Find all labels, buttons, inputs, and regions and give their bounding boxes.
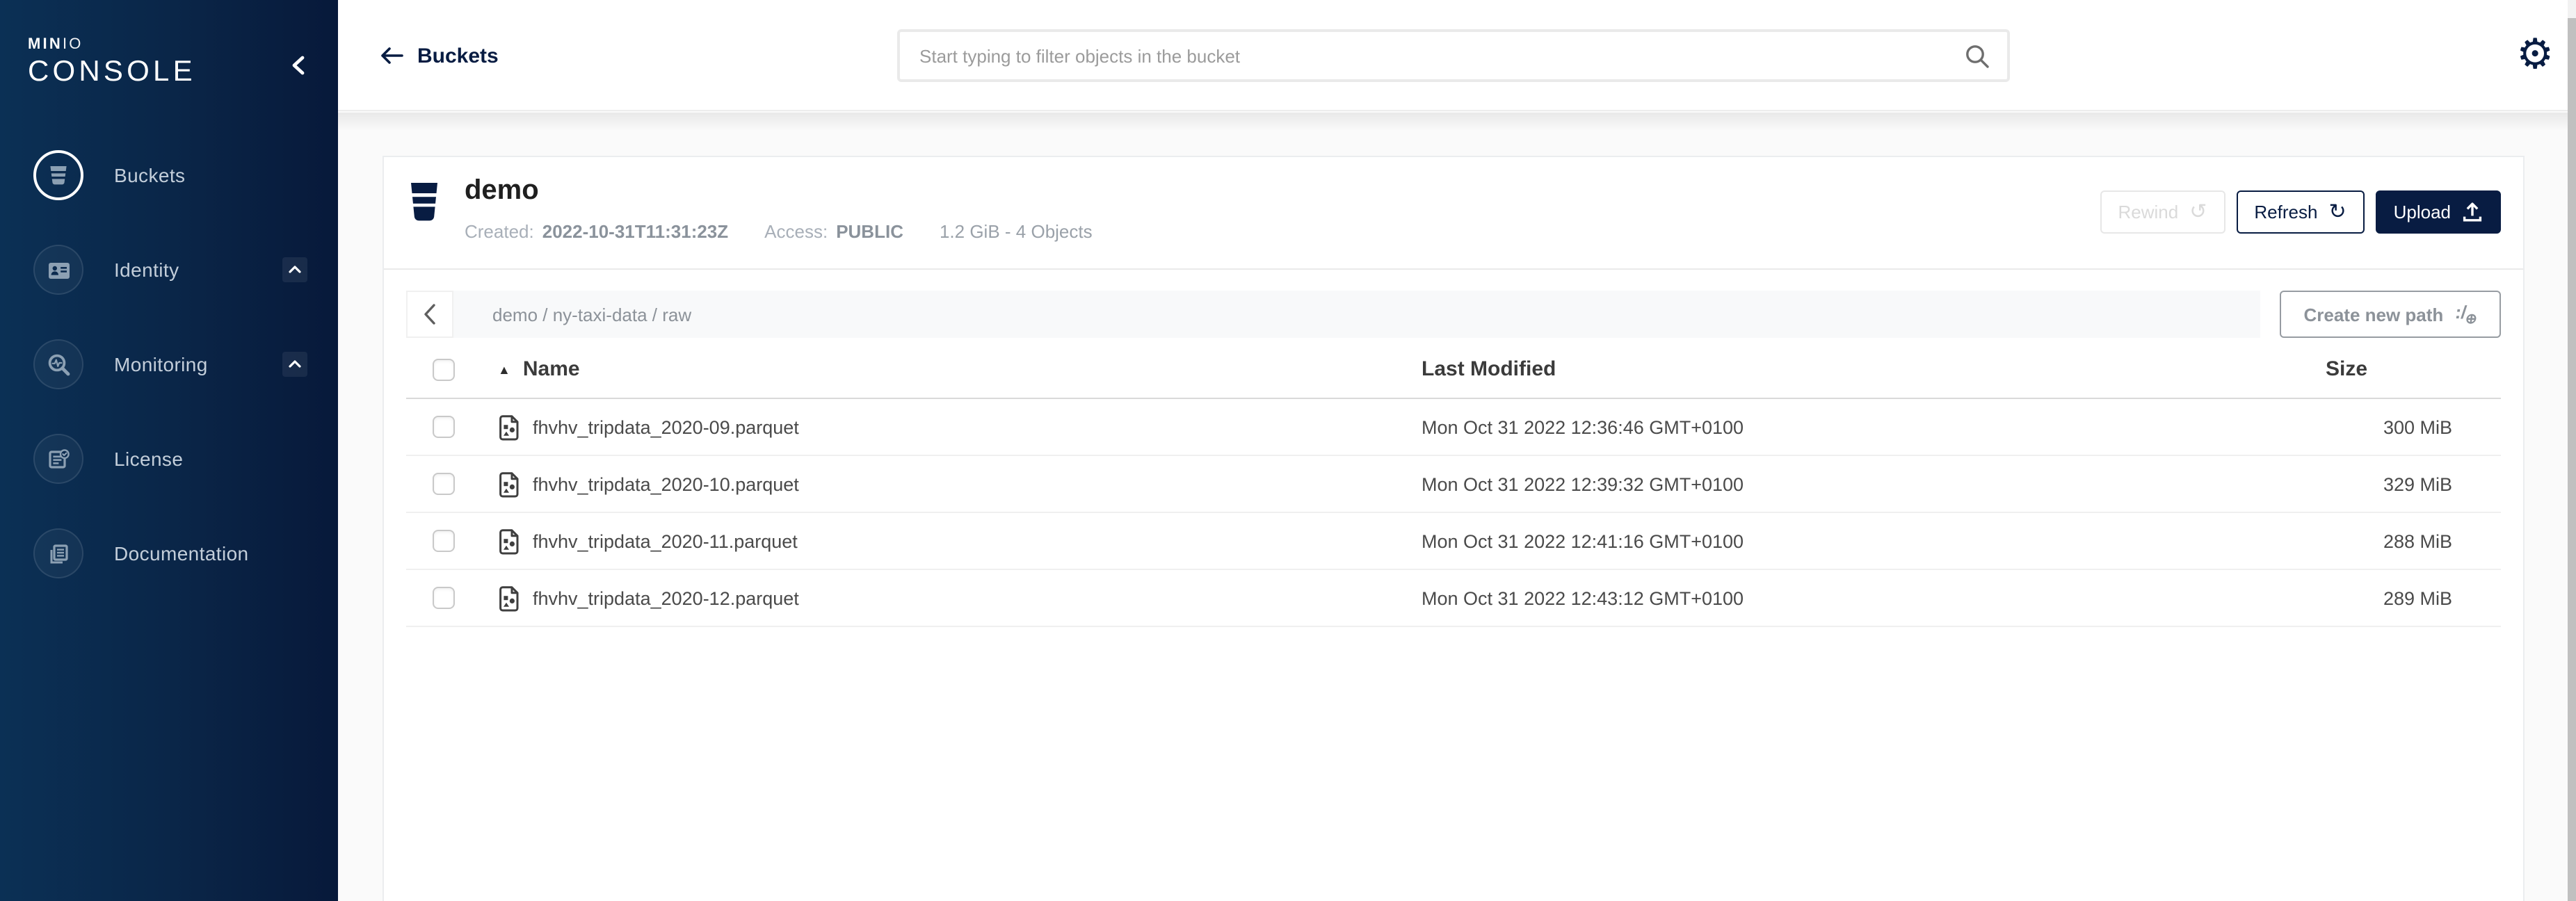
bucket-icon <box>33 150 83 200</box>
object-name: fhvhv_tripdata_2020-10.parquet <box>533 473 799 494</box>
table-row[interactable]: fhvhv_tripdata_2020-11.parquet Mon Oct 3… <box>406 513 2501 570</box>
row-checkbox[interactable] <box>433 416 455 438</box>
bucket-browser-card: demo Created: 2022-10-31T11:31:23Z Acces… <box>383 156 2525 901</box>
create-new-path-button[interactable]: Create new path :/⊕ <box>2280 291 2501 338</box>
search-icon <box>1964 42 1990 69</box>
row-checkbox[interactable] <box>433 587 455 609</box>
row-checkbox[interactable] <box>433 530 455 552</box>
sidebar-item-buckets[interactable]: Buckets <box>0 147 338 203</box>
create-path-icon: :/⊕ <box>2453 301 2479 327</box>
gear-icon[interactable]: ⚙ <box>2516 0 2554 111</box>
sidebar-item-identity[interactable]: Identity <box>0 242 338 298</box>
bucket-usage-summary: 1.2 GiB - 4 Objects <box>940 221 1093 242</box>
sidebar-menu: Buckets Identity <box>0 147 338 620</box>
object-size: 300 MiB <box>2159 416 2501 437</box>
object-size: 288 MiB <box>2159 530 2501 551</box>
sidebar-item-label: Buckets <box>114 164 185 186</box>
chevron-up-icon[interactable] <box>282 352 307 377</box>
back-to-buckets[interactable]: Buckets <box>380 0 499 111</box>
monitoring-magnifier-icon <box>33 339 83 389</box>
sort-ascending-icon: ▲ <box>498 362 510 376</box>
object-last-modified: Mon Oct 31 2022 12:36:46 GMT+0100 <box>1422 416 2159 437</box>
section-divider <box>384 268 2523 270</box>
column-header-size: Size <box>2159 357 2501 381</box>
created-label: Created: <box>465 221 534 242</box>
path-back-button[interactable] <box>406 291 453 338</box>
table-header-row: ▲ Name Last Modified Size <box>406 341 2501 399</box>
object-size: 289 MiB <box>2159 587 2501 608</box>
sidebar-item-label: License <box>114 448 183 470</box>
logo-minio-text: MINIO <box>28 36 196 53</box>
identity-card-icon <box>33 245 83 295</box>
license-document-icon <box>33 434 83 484</box>
object-last-modified: Mon Oct 31 2022 12:41:16 GMT+0100 <box>1422 530 2159 551</box>
sidebar-item-label: Monitoring <box>114 353 208 375</box>
header-shadow <box>338 113 2576 131</box>
row-checkbox[interactable] <box>433 473 455 495</box>
object-name: fhvhv_tripdata_2020-09.parquet <box>533 416 799 437</box>
refresh-button[interactable]: Refresh ↻ <box>2236 190 2364 234</box>
object-file-icon <box>498 528 522 554</box>
sidebar-item-license[interactable]: License <box>0 431 338 487</box>
sidebar-item-label: Documentation <box>114 542 249 565</box>
breadcrumb-path: demo / ny-taxi-data / raw <box>492 304 691 325</box>
table-row[interactable]: fhvhv_tripdata_2020-10.parquet Mon Oct 3… <box>406 456 2501 513</box>
vertical-scrollbar <box>2568 0 2576 901</box>
top-header: Buckets ⚙ <box>338 0 2576 111</box>
object-name: fhvhv_tripdata_2020-11.parquet <box>533 530 798 551</box>
minio-console-logo: MINIO CONSOLE <box>28 36 196 89</box>
page-title: Buckets <box>417 44 499 67</box>
object-file-icon <box>498 414 522 440</box>
object-last-modified: Mon Oct 31 2022 12:43:12 GMT+0100 <box>1422 587 2159 608</box>
table-row[interactable]: fhvhv_tripdata_2020-12.parquet Mon Oct 3… <box>406 570 2501 627</box>
objects-table: ▲ Name Last Modified Size <box>406 341 2501 627</box>
chevron-up-icon[interactable] <box>282 257 307 282</box>
sidebar-collapse-icon[interactable] <box>287 53 312 78</box>
created-value: 2022-10-31T11:31:23Z <box>542 221 728 242</box>
object-size: 329 MiB <box>2159 473 2501 494</box>
table-row[interactable]: fhvhv_tripdata_2020-09.parquet Mon Oct 3… <box>406 399 2501 456</box>
rewind-icon: ↺ <box>2189 202 2207 222</box>
path-row: demo / ny-taxi-data / raw Create new pat… <box>406 291 2501 338</box>
sidebar-item-label: Identity <box>114 259 179 281</box>
chevron-left-icon <box>420 302 440 327</box>
rewind-button[interactable]: Rewind ↺ <box>2100 190 2225 234</box>
select-all-checkbox[interactable] <box>433 358 455 380</box>
column-header-name[interactable]: ▲ Name <box>498 357 1422 381</box>
column-header-last-modified: Last Modified <box>1422 357 2159 381</box>
sidebar-item-documentation[interactable]: Documentation <box>0 526 338 581</box>
search-input[interactable] <box>900 32 1964 79</box>
bucket-name: demo <box>465 175 539 207</box>
sidebar: MINIO CONSOLE Buckets <box>0 0 338 901</box>
minio-console-app: MINIO CONSOLE Buckets <box>0 0 2576 901</box>
breadcrumb[interactable]: demo / ny-taxi-data / raw <box>453 291 2260 338</box>
logo-console-text: CONSOLE <box>28 56 196 89</box>
object-file-icon <box>498 585 522 611</box>
scrollbar-thumb[interactable] <box>2568 18 2576 901</box>
access-value: PUBLIC <box>836 221 903 242</box>
object-file-icon <box>498 471 522 497</box>
sidebar-item-monitoring[interactable]: Monitoring <box>0 336 338 392</box>
access-label: Access: <box>764 221 828 242</box>
bucket-actions: Rewind ↺ Refresh ↻ Upload <box>2100 190 2502 234</box>
object-filter-search <box>897 29 2010 82</box>
bucket-icon <box>408 181 441 222</box>
documentation-book-icon <box>33 528 83 578</box>
upload-icon <box>2462 202 2483 222</box>
object-last-modified: Mon Oct 31 2022 12:39:32 GMT+0100 <box>1422 473 2159 494</box>
bucket-metadata: Created: 2022-10-31T11:31:23Z Access: PU… <box>465 221 1093 242</box>
upload-button[interactable]: Upload <box>2376 190 2501 234</box>
arrow-left-icon <box>380 46 403 65</box>
object-name: fhvhv_tripdata_2020-12.parquet <box>533 587 799 608</box>
refresh-icon: ↻ <box>2328 202 2346 222</box>
